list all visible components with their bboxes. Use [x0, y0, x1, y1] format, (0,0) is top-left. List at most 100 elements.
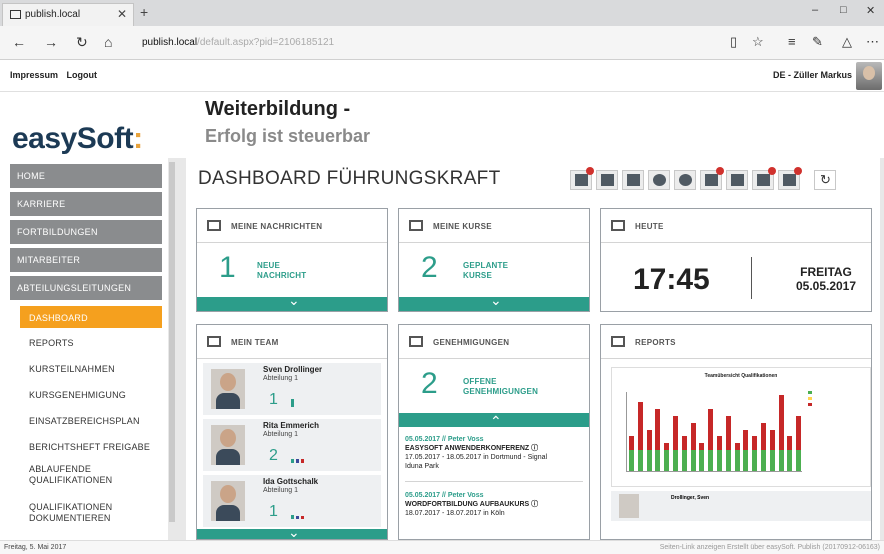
new-tab-icon[interactable]: +: [140, 4, 148, 20]
status-date: Freitag, 5. Mai 2017: [4, 544, 67, 551]
sidebar-item-kursteilnahmen[interactable]: KURSTEILNAHMEN: [20, 364, 162, 374]
chart-bar: [673, 450, 678, 471]
chart-bar: [769, 429, 775, 451]
messages-count[interactable]: 1: [219, 251, 236, 285]
reading-view-icon[interactable]: ▯: [730, 34, 737, 50]
mail-icon[interactable]: [570, 167, 594, 190]
url-field[interactable]: publish.local/default.aspx?pid=210618512…: [142, 37, 334, 48]
sidebar-item-dashboard[interactable]: DASHBOARD: [20, 306, 162, 328]
current-time: 17:45: [633, 263, 710, 296]
notes-icon[interactable]: ✎: [812, 34, 823, 50]
line-chart-icon: [611, 336, 625, 347]
approvals-label[interactable]: OFFENE GENEHMIGUNGEN: [463, 377, 538, 397]
sidebar-item-fortbildungen[interactable]: FORTBILDUNGEN: [10, 220, 162, 244]
sidebar-item-reports[interactable]: REPORTS: [20, 338, 162, 348]
sidebar-item-kursgenehmigung[interactable]: KURSGENEHMIGUNG: [20, 390, 162, 400]
courses-count[interactable]: 2: [421, 251, 438, 285]
approval-icon[interactable]: [752, 167, 776, 190]
close-window-icon[interactable]: ✕: [866, 4, 875, 17]
sidebar-item-home[interactable]: HOME: [10, 164, 162, 188]
team-member[interactable]: Ida Gottschalk Abteilung 1 1: [203, 475, 381, 527]
legend-item: [808, 402, 814, 407]
status-info[interactable]: Seiten-Link anzeigen Erstellt über easyS…: [660, 544, 880, 551]
favorite-star-icon[interactable]: ☆: [752, 34, 764, 50]
messages-label[interactable]: NEUE NACHRICHT: [257, 261, 306, 281]
status-bar: Freitag, 5. Mai 2017 Seiten-Link anzeige…: [0, 540, 884, 554]
tab-title: publish.local: [25, 9, 81, 20]
approvals-collapse-button[interactable]: [399, 413, 589, 430]
approval-item[interactable]: 05.05.2017 // Peter Voss EASYSOFT ANWEND…: [405, 435, 547, 471]
maximize-icon[interactable]: □: [840, 4, 847, 16]
dashboard-main: DASHBOARD FÜHRUNGSKRAFT ↻ MEINE NACHRICH…: [186, 158, 880, 540]
sidebar-item-karriere[interactable]: KARRIERE: [10, 192, 162, 216]
current-date: 05.05.2017: [795, 279, 857, 293]
logout-link[interactable]: Logout: [67, 70, 98, 80]
chart-bar: [681, 436, 687, 451]
chart-bar: [637, 450, 643, 471]
impressum-link[interactable]: Impressum: [10, 70, 58, 80]
envelope-icon: [207, 220, 221, 231]
chart-bar: [655, 450, 661, 471]
approvals-header: GENEHMIGUNGEN: [399, 325, 589, 359]
sidebar-item-berichtsheft-freigabe[interactable]: BERICHTSHEFT FREIGABE: [20, 442, 162, 452]
team-expand-button[interactable]: [197, 524, 387, 539]
user-name[interactable]: - Züller Markus: [788, 70, 852, 80]
courses-header: MEINE KURSE: [399, 209, 589, 243]
sidebar-item-mitarbeiter[interactable]: MITARBEITER: [10, 248, 162, 272]
sidebar-item-einsatzbereichsplan[interactable]: EINSATZBEREICHSPLAN: [20, 416, 162, 426]
messages-header: MEINE NACHRICHTEN: [197, 209, 387, 243]
chart-bar: [717, 436, 722, 451]
close-tab-icon[interactable]: ✕: [117, 7, 127, 21]
member-photo: [211, 369, 245, 409]
sidebar-item-abteilungsleitungen[interactable]: ABTEILUNGSLEITUNGEN: [10, 276, 162, 300]
easysoft-logo[interactable]: easySoft:: [12, 122, 143, 156]
pie-chart-2-icon[interactable]: [674, 170, 696, 190]
back-icon[interactable]: ←: [12, 34, 26, 50]
avatar[interactable]: [856, 62, 882, 90]
bar-chart-icon[interactable]: [596, 170, 618, 190]
team-header: MEIN TEAM: [197, 325, 387, 359]
slogan-line-1: Weiterbildung -: [205, 98, 351, 120]
calendar-icon[interactable]: [622, 170, 644, 190]
chart-title: Teamübersicht Qualifikationen: [704, 373, 778, 379]
line-chart-icon[interactable]: [726, 170, 748, 190]
sidebar-item-ablaufende-qualifikationen[interactable]: ABLAUFENDE QUALIFIKATIONEN: [20, 464, 140, 486]
pie-chart-icon[interactable]: [648, 170, 670, 190]
member-name: Rita Emmerich: [263, 421, 320, 430]
member-name: Ida Gottschalk: [263, 477, 319, 486]
courses-expand-button[interactable]: [399, 292, 589, 311]
weekday: FREITAG: [800, 265, 852, 279]
approvals-panel: GENEHMIGUNGEN 2 OFFENEGENEHMIGUNGEN 05.0…: [398, 324, 590, 540]
courses-label[interactable]: GEPLANTE KURSE: [463, 261, 508, 281]
chart-bar: [717, 450, 722, 471]
chart-bar: [646, 429, 652, 451]
hub-icon[interactable]: ≡: [788, 34, 796, 49]
reload-icon[interactable]: ↻: [76, 34, 88, 51]
chart-bar: [664, 443, 670, 451]
star-icon[interactable]: [778, 167, 802, 190]
sidebar-item-qualifikationen-dokumentieren[interactable]: QUALIFIKATIONEN DOKUMENTIEREN: [20, 502, 140, 524]
language-selector[interactable]: DE: [773, 70, 786, 80]
chart-bar: [646, 450, 652, 471]
qualification-chart[interactable]: Teamübersicht Qualifikationen: [611, 367, 871, 487]
messages-expand-button[interactable]: [197, 292, 387, 311]
browser-tab[interactable]: publish.local ✕: [2, 3, 134, 26]
refresh-icon[interactable]: ↻: [814, 170, 836, 190]
minimize-icon[interactable]: –: [812, 4, 818, 16]
member-name: Sven Drollinger: [263, 365, 323, 374]
approvals-count[interactable]: 2: [421, 367, 438, 401]
team-member[interactable]: Sven Drollinger Abteilung 1 1: [203, 363, 381, 415]
home-icon[interactable]: ⌂: [104, 34, 112, 50]
forward-icon[interactable]: →: [44, 34, 58, 50]
share-icon[interactable]: △: [842, 34, 852, 50]
chart-bar: [787, 450, 793, 471]
sidebar-scrollbar[interactable]: [168, 158, 176, 540]
sidebar: HOME KARRIERE FORTBILDUNGEN MITARBEITER …: [0, 158, 176, 540]
courses-icon[interactable]: [700, 167, 724, 190]
team-member[interactable]: Rita Emmerich Abteilung 1 2: [203, 419, 381, 471]
chart-bar: [778, 395, 784, 451]
approval-item[interactable]: 05.05.2017 // Peter Voss WORDFORTBILDUNG…: [405, 491, 538, 518]
member-department: Abteilung 1: [263, 375, 299, 382]
page-icon: [10, 10, 21, 19]
more-icon[interactable]: ⋯: [866, 34, 879, 50]
